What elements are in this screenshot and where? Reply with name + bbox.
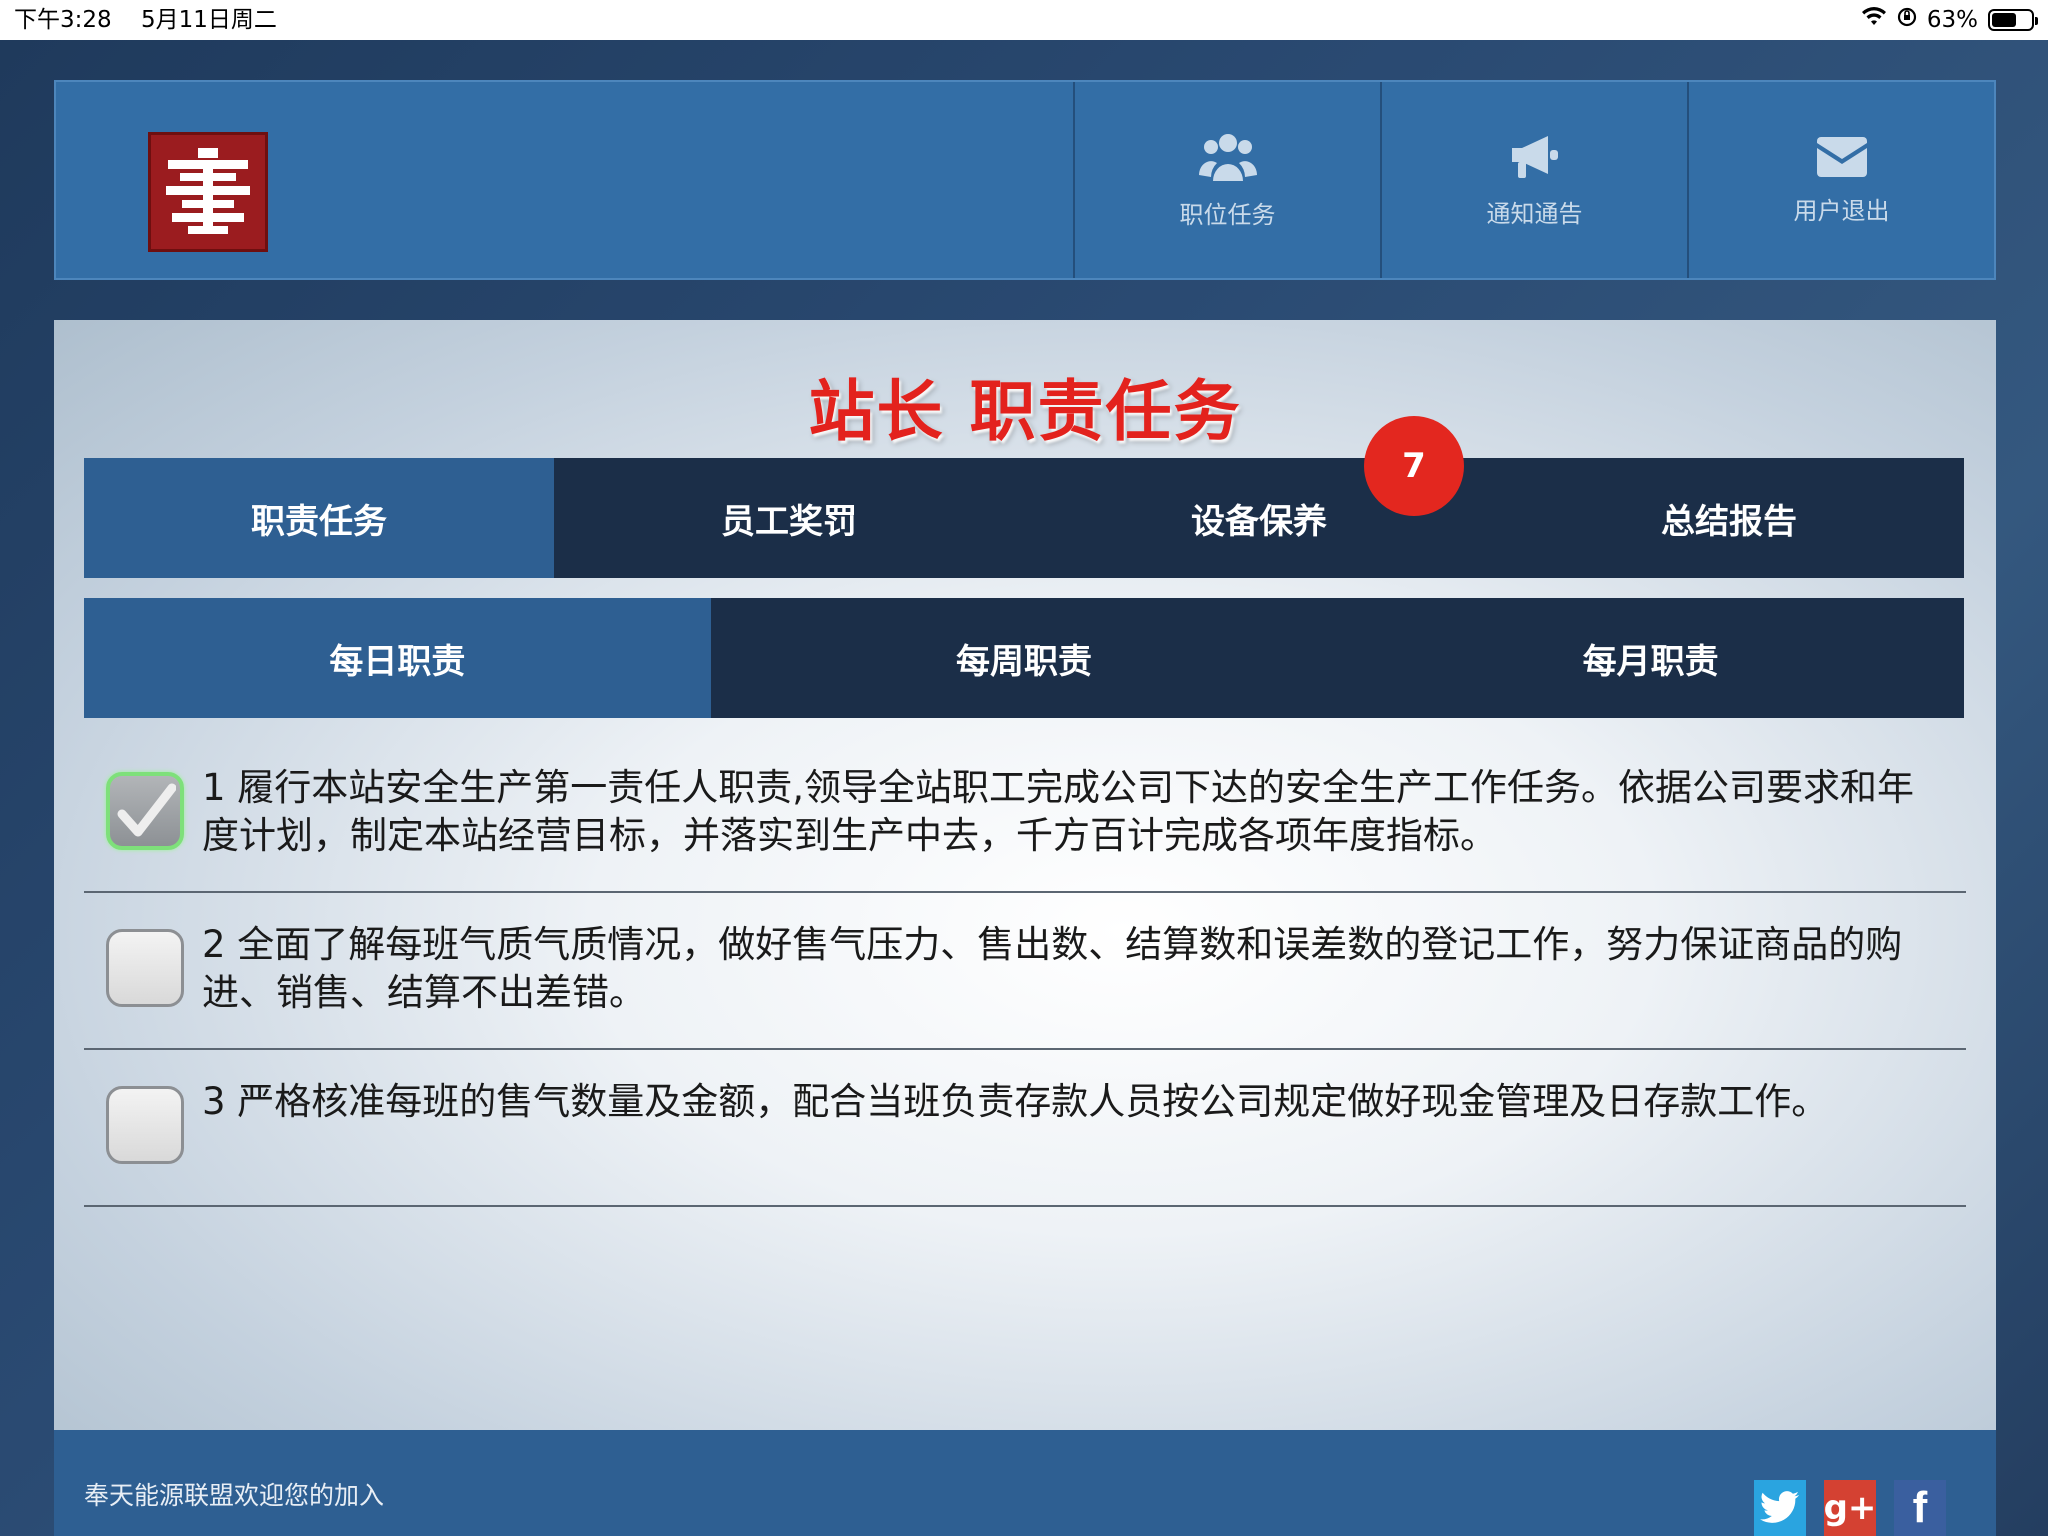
page-title: 站长 职责任务 [808, 373, 1242, 450]
orientation-lock-icon [1897, 0, 1917, 40]
users-icon [1198, 131, 1257, 195]
qin-logo-icon[interactable] [148, 132, 268, 252]
list-item: 3 严格核准每班的售气数量及金额，配合当班负责存款人员按公司规定做好现金管理及日… [84, 1050, 1966, 1207]
status-bar: 下午3:28 5月11日周二 63% [0, 0, 2048, 40]
checkmark-icon [117, 783, 176, 837]
sub-tabs: 每日职责 每周职责 每月职责 [84, 598, 1964, 718]
main-nav: 职位任务 通知通告 用户退出 [1073, 82, 1994, 278]
nav-position-tasks[interactable]: 职位任务 [1073, 82, 1380, 278]
tab-duties[interactable]: 职责任务 [84, 458, 554, 578]
task-checkbox[interactable] [106, 1086, 184, 1164]
battery-percent: 63% [1926, 7, 1978, 33]
content-panel: 站长 职责任务 职责任务 员工奖罚 设备保养 总结报告 7 每日职责 每周职责 … [54, 320, 1996, 1430]
list-item: 2 全面了解每班气质气质情况，做好售气压力、售出数、结算数和误差数的登记工作，努… [84, 893, 1966, 1050]
tab-rewards-penalties[interactable]: 员工奖罚 [554, 458, 1024, 578]
main-tabs: 职责任务 员工奖罚 设备保养 总结报告 [84, 458, 1964, 578]
subtab-daily[interactable]: 每日职责 [84, 598, 711, 718]
status-date: 5月11日周二 [140, 7, 277, 33]
task-list: 1 履行本站安全生产第一责任人职责,领导全站职工完成公司下达的安全生产工作任务。… [84, 736, 1966, 1207]
social-links: g+ f [1754, 1480, 1946, 1536]
task-checkbox[interactable] [106, 929, 184, 1007]
subtab-monthly[interactable]: 每月职责 [1337, 598, 1964, 718]
battery-icon [1988, 9, 2038, 31]
list-item: 1 履行本站安全生产第一责任人职责,领导全站职工完成公司下达的安全生产工作任务。… [84, 736, 1966, 893]
wifi-icon [1861, 0, 1887, 40]
nav-label: 职位任务 [1179, 200, 1276, 229]
task-text: 2 全面了解每班气质气质情况，做好售气压力、售出数、结算数和误差数的登记工作，努… [202, 923, 1903, 1014]
tab-summary-report[interactable]: 总结报告 [1494, 458, 1964, 578]
subtab-weekly[interactable]: 每周职责 [711, 598, 1338, 718]
status-time: 下午3:28 [14, 7, 112, 33]
task-checkbox[interactable] [106, 772, 184, 850]
app-header: 职位任务 通知通告 用户退出 [54, 80, 1996, 280]
page-footer: 奉天能源联盟欢迎您的加入 g+ f [54, 1430, 1996, 1536]
nav-label: 用户退出 [1793, 196, 1890, 225]
envelope-icon [1815, 135, 1869, 191]
twitter-icon[interactable] [1754, 1480, 1806, 1536]
nav-notices[interactable]: 通知通告 [1380, 82, 1687, 278]
nav-logout[interactable]: 用户退出 [1687, 82, 1994, 278]
task-text: 1 履行本站安全生产第一责任人职责,领导全站职工完成公司下达的安全生产工作任务。… [202, 766, 1915, 857]
megaphone-icon [1508, 132, 1562, 194]
nav-label: 通知通告 [1486, 199, 1583, 228]
task-text: 3 严格核准每班的售气数量及金额，配合当班负责存款人员按公司规定做好现金管理及日… [202, 1080, 1829, 1123]
footer-welcome: 奉天能源联盟欢迎您的加入 [84, 1481, 385, 1510]
notification-badge: 7 [1364, 416, 1464, 516]
google-plus-icon[interactable]: g+ [1824, 1480, 1876, 1536]
facebook-icon[interactable]: f [1894, 1480, 1946, 1536]
